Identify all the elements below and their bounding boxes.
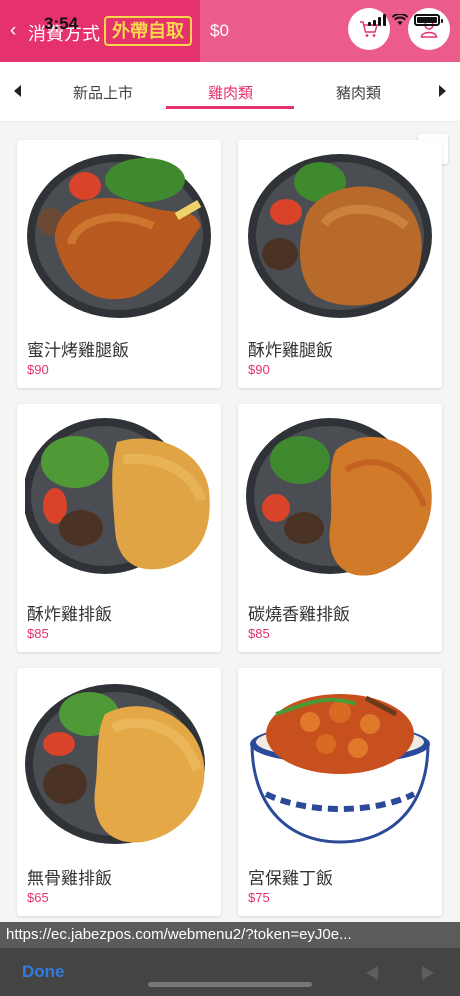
product-card[interactable]: 蜜汁烤雞腿飯 $90	[17, 140, 221, 388]
product-photo	[25, 674, 213, 850]
product-name: 酥炸雞排飯	[27, 605, 112, 624]
product-card[interactable]: 無骨雞排飯 $65	[17, 668, 221, 916]
product-price: $90	[248, 362, 270, 377]
back-chevron-icon[interactable]: ‹	[10, 20, 16, 42]
product-name: 酥炸雞腿飯	[248, 341, 333, 360]
takeout-badge[interactable]: 外帶自取	[104, 16, 192, 46]
product-card[interactable]: 酥炸雞排飯 $85	[17, 404, 221, 652]
back-arrow-icon[interactable]	[364, 966, 380, 980]
product-name: 碳燒香雞排飯	[248, 605, 350, 624]
product-price: $90	[27, 362, 49, 377]
tabs-next-arrow-icon[interactable]	[436, 84, 448, 98]
product-price: $75	[248, 890, 270, 905]
product-photo	[246, 674, 434, 850]
product-photo	[25, 410, 213, 586]
browser-toolbar: Done	[0, 948, 460, 996]
url-bar: https://ec.jabezpos.com/webmenu2/?token=…	[0, 922, 460, 948]
status-icons	[368, 14, 443, 26]
active-tab-indicator	[166, 106, 294, 109]
product-price: $85	[27, 626, 49, 641]
category-tabs: 新品上市 雞肉類 豬肉類	[0, 62, 460, 122]
product-name: 無骨雞排飯	[27, 869, 112, 888]
signal-icon	[368, 14, 386, 26]
product-photo	[246, 146, 434, 322]
tab-pork[interactable]: 豬肉類	[336, 82, 381, 103]
home-indicator	[148, 982, 312, 987]
tab-new-arrivals[interactable]: 新品上市	[73, 82, 133, 103]
tabs-prev-arrow-icon[interactable]	[12, 84, 24, 98]
product-card[interactable]: 酥炸雞腿飯 $90	[238, 140, 442, 388]
status-time: 3:54	[44, 14, 79, 33]
product-card[interactable]: 宮保雞丁飯 $75	[238, 668, 442, 916]
battery-icon	[414, 14, 443, 26]
product-name: 宮保雞丁飯	[248, 869, 333, 888]
done-button[interactable]: Done	[22, 962, 65, 982]
product-photo	[246, 410, 434, 586]
product-photo	[25, 146, 213, 322]
forward-arrow-icon[interactable]	[420, 966, 436, 980]
product-price: $65	[27, 890, 49, 905]
tab-chicken[interactable]: 雞肉類	[208, 82, 253, 103]
product-name: 蜜汁烤雞腿飯	[27, 341, 129, 360]
product-card[interactable]: 碳燒香雞排飯 $85	[238, 404, 442, 652]
wifi-icon	[392, 14, 408, 25]
cart-total: $0	[210, 21, 229, 40]
product-price: $85	[248, 626, 270, 641]
